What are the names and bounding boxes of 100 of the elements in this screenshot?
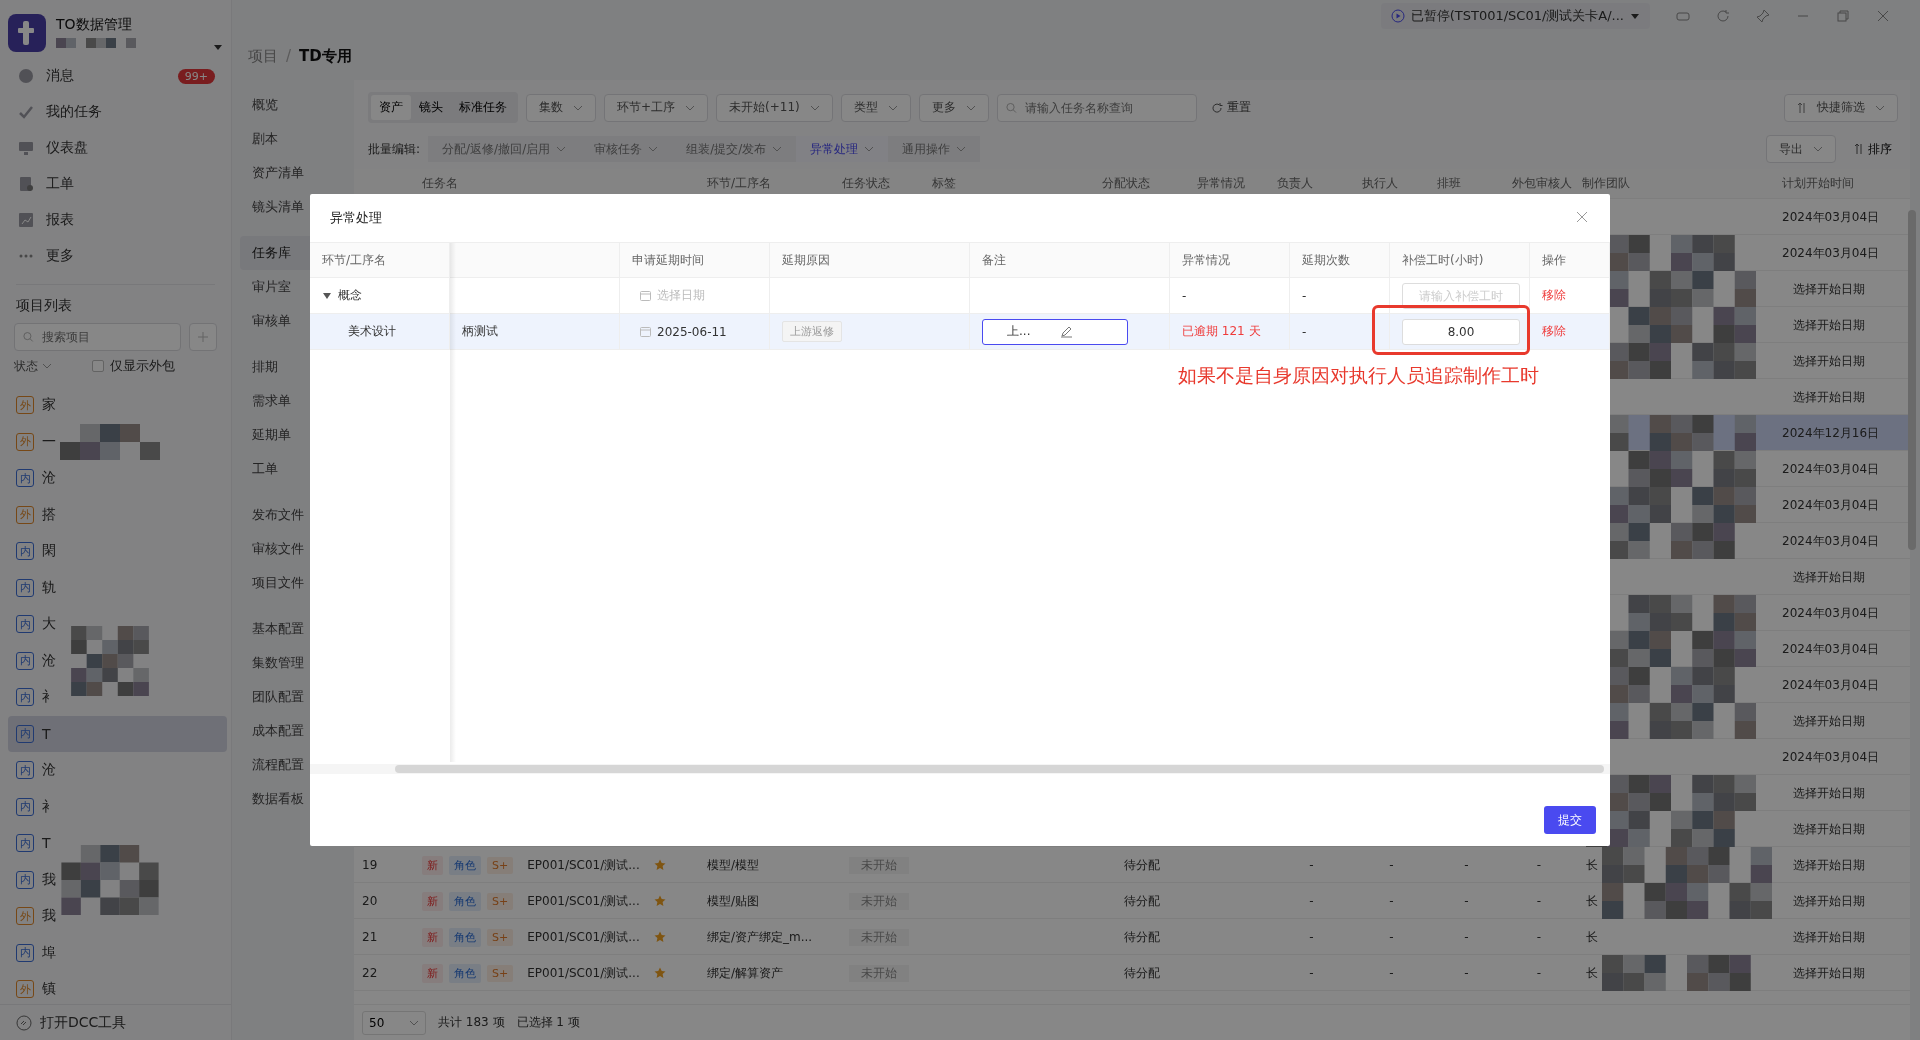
batch-label: 批量编辑:	[368, 140, 421, 158]
section-title: 项目列表	[15, 297, 73, 315]
table-cell-text: 模型/模型	[706, 856, 761, 874]
column-header: 排班	[1436, 175, 1462, 192]
grade-tag: S+	[487, 928, 514, 946]
new-tag: 新	[422, 963, 443, 983]
date-placeholder: 选择日期	[657, 287, 705, 304]
table-cell-text: 待分配	[1122, 928, 1161, 946]
table-cell: -	[1290, 278, 1390, 313]
status-text: 已逾期 121 天	[1170, 314, 1290, 349]
column-header: 环节/工序名	[310, 243, 450, 277]
grade-tag: S+	[487, 892, 514, 910]
table-cell-text: 绑定/解算资产	[706, 964, 785, 982]
column-header: 负责人	[1276, 175, 1314, 192]
project-tag: 外	[16, 432, 34, 451]
table-cell-text: -	[1535, 894, 1543, 908]
project-tag: 内	[16, 688, 34, 707]
table-cell-text: -	[1463, 858, 1470, 872]
project-tag: 外	[16, 980, 34, 999]
menu-label: 仪表盘	[46, 139, 88, 157]
project-tag: 外	[16, 396, 34, 415]
type-tag: 角色	[449, 855, 481, 875]
project-name: 沧	[42, 469, 56, 488]
table-cell: -	[1290, 314, 1390, 349]
project-name: 轨	[42, 578, 56, 597]
count-badge: 99+	[177, 68, 215, 84]
dialog-title: 异常处理	[330, 209, 382, 227]
column-header: 执行人	[1361, 175, 1399, 192]
column-header: 外包审核人	[1511, 175, 1573, 192]
table-cell-text: -	[1535, 930, 1543, 944]
new-tag: 新	[422, 927, 443, 947]
task-name: EP001/SC01/测试...	[526, 892, 641, 910]
date-value: 2025-06-11	[657, 324, 727, 339]
column-header: 异常情况	[1170, 243, 1290, 277]
project-tag: 内	[16, 542, 34, 561]
step-name: 概念	[338, 287, 362, 304]
menu-label: 我的任务	[46, 103, 102, 121]
project-name: 衤	[42, 688, 56, 707]
annotation-text: 如果不是自身原因对执行人员追踪制作工时	[1178, 363, 1539, 388]
table-cell-text: -	[1388, 858, 1395, 872]
status-text: -	[1170, 278, 1290, 313]
table-cell-text: -	[1388, 966, 1395, 980]
menu-label: 消息	[46, 67, 74, 85]
project-tag: 内	[16, 943, 34, 962]
status-text: 已暂停(TST001/SC01/测试关卡A/...	[1410, 7, 1624, 25]
table-cell-text: 待分配	[1122, 856, 1161, 874]
menu-label: 更多	[46, 247, 74, 265]
project-name: T	[42, 725, 51, 742]
table-cell-text: -	[1463, 930, 1470, 944]
column-header: 备注	[970, 243, 1170, 277]
column-header: 延期原因	[770, 243, 970, 277]
project-name: 埠	[42, 943, 56, 962]
reason-tag: 上游返修	[782, 321, 842, 342]
table-cell-text: 绑定/资产绑定_m...	[706, 928, 814, 946]
task-name: EP001/SC01/测试...	[526, 856, 641, 874]
selected-count: 已选择 1 项	[516, 1014, 580, 1031]
checkbox-label: 仅显示外包	[110, 357, 175, 375]
column-header: 计划开始时间	[1781, 175, 1855, 192]
project-name: 閑	[42, 542, 56, 561]
table-cell: 长	[1586, 892, 1598, 910]
type-tag: 角色	[449, 891, 481, 911]
step-name: 美术设计	[348, 323, 396, 340]
menu-label: 工单	[46, 175, 74, 193]
column-header: 操作	[1530, 243, 1610, 277]
column-header: 延期次数	[1290, 243, 1390, 277]
total-count: 共计 183 项	[438, 1014, 505, 1031]
table-cell: 长	[1586, 964, 1598, 982]
table-cell-text: 20	[361, 894, 379, 908]
table-cell-text: -	[1308, 894, 1315, 908]
new-tag: 新	[422, 855, 443, 875]
table-cell: 长	[1586, 856, 1598, 874]
project-tag: 外	[16, 505, 34, 524]
column-header: 申请延期时间	[620, 243, 770, 277]
table-cell-text: 模型/贴图	[706, 892, 761, 910]
menu-label: 报表	[46, 211, 74, 229]
column-header: 分配状态	[1101, 175, 1151, 192]
project-tag: 外	[16, 907, 34, 926]
project-tag: 内	[16, 469, 34, 488]
project-name: 沧	[42, 761, 56, 780]
column-header: 标签	[931, 175, 957, 192]
project-name: 我	[42, 907, 56, 926]
table-cell-text: 19	[361, 858, 379, 872]
table-cell-text: -	[1308, 858, 1315, 872]
grade-tag: S+	[487, 856, 514, 874]
table-cell-text: 22	[361, 966, 379, 980]
table-cell-text: -	[1308, 930, 1315, 944]
link-label: 打开DCC工具	[40, 1013, 127, 1032]
table-cell-text: 待分配	[1122, 892, 1161, 910]
project-name: T	[42, 835, 51, 852]
filter-label: 状态	[14, 357, 38, 375]
table-cell: 长	[1586, 928, 1598, 946]
project-tag: 内	[16, 724, 34, 743]
type-tag: 角色	[449, 927, 481, 947]
task-name: EP001/SC01/测试...	[526, 928, 641, 946]
project-name: 一	[42, 432, 56, 451]
project-tag: 内	[16, 834, 34, 853]
grade-tag: S+	[487, 964, 514, 982]
table-cell-text: -	[1388, 894, 1395, 908]
task-name: 柄测试	[450, 314, 620, 349]
table-cell-text: -	[1535, 966, 1543, 980]
